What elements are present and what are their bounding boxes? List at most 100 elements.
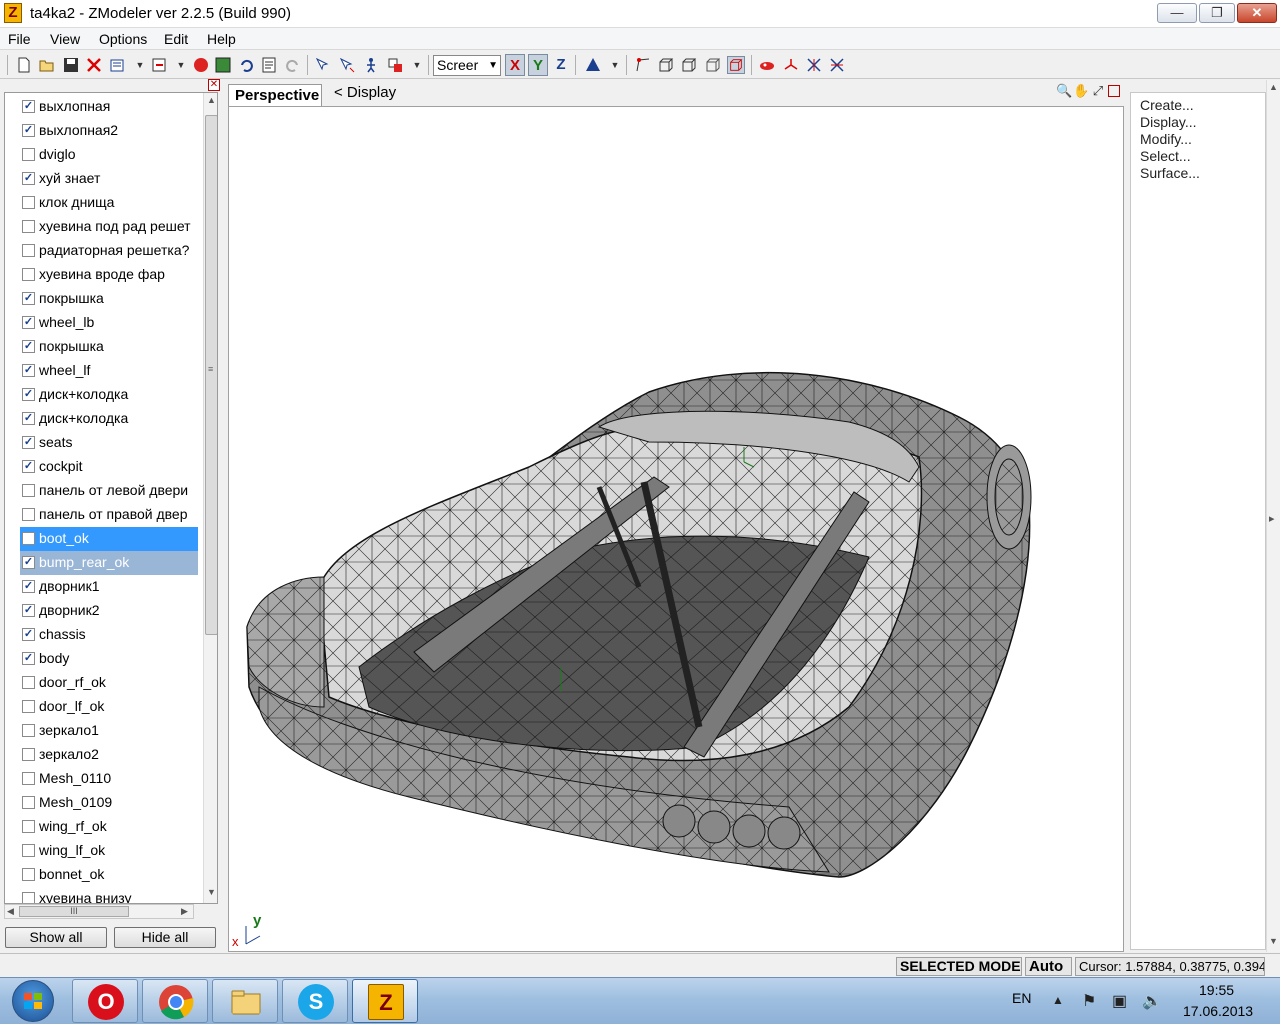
command-panel-scrollbar[interactable]: ▲ ▸ ▼ (1266, 80, 1280, 952)
visibility-checkbox[interactable]: ✓ (22, 628, 35, 641)
show-all-button[interactable]: Show all (5, 927, 107, 948)
scrollbar-thumb[interactable]: ≡ (205, 115, 217, 635)
visibility-checkbox[interactable] (22, 844, 35, 857)
select-hierarchy-icon[interactable] (338, 56, 356, 74)
volume-icon[interactable]: 🔈 (1142, 991, 1162, 1011)
object-list-item[interactable]: door_lf_ok (20, 695, 198, 719)
taskbar-chrome[interactable] (142, 979, 208, 1023)
perspective-viewport[interactable] (228, 106, 1124, 952)
hide-all-button[interactable]: Hide all (114, 927, 216, 948)
tray-expand-icon[interactable]: ▲ (1052, 993, 1064, 1007)
visibility-checkbox[interactable] (22, 772, 35, 785)
pan-icon[interactable]: ✋ (1073, 83, 1089, 99)
scroll-down-icon[interactable]: ▼ (207, 887, 216, 897)
visibility-checkbox[interactable]: ✓ (22, 364, 35, 377)
object-list-item[interactable]: door_rf_ok (20, 671, 198, 695)
object-list-item[interactable]: ✓ chassis (20, 623, 198, 647)
scroll-up-icon[interactable]: ▲ (207, 95, 216, 105)
visibility-checkbox[interactable] (22, 244, 35, 257)
taskbar-skype[interactable]: S (282, 979, 348, 1023)
maximize-button[interactable]: ❐ (1199, 3, 1235, 23)
scroll-left-icon[interactable]: ◀ (7, 906, 14, 917)
visibility-checkbox[interactable] (22, 508, 35, 521)
axis-z-toggle[interactable]: Z (551, 54, 571, 76)
box-select-icon[interactable] (680, 56, 698, 74)
viewport-close-icon[interactable] (1108, 85, 1120, 97)
taskbar-zmodeler[interactable]: Z (352, 979, 418, 1023)
splitter-handle-icon[interactable]: ▸ (1269, 512, 1275, 525)
select-icon[interactable] (314, 56, 332, 74)
delete-icon[interactable] (85, 56, 103, 74)
visibility-checkbox[interactable]: ✓ (22, 172, 35, 185)
dropdown-arrow-icon[interactable]: ▼ (408, 56, 426, 74)
menu-view[interactable]: View (50, 31, 80, 47)
dropdown-arrow-icon[interactable]: ▼ (172, 56, 190, 74)
close-icon[interactable]: ✕ (208, 79, 220, 91)
visibility-checkbox[interactable] (22, 700, 35, 713)
object-list-item[interactable]: ✓ wheel_lf (20, 359, 198, 383)
visibility-checkbox[interactable]: ✓ (22, 580, 35, 593)
visibility-checkbox[interactable]: ✓ (22, 292, 35, 305)
taskbar-explorer[interactable] (212, 979, 278, 1023)
scroll-up-icon[interactable]: ▲ (1269, 82, 1278, 92)
axis-y-toggle[interactable]: Y (528, 54, 548, 76)
visibility-checkbox[interactable]: ✓ (22, 340, 35, 353)
visibility-checkbox[interactable] (22, 796, 35, 809)
open-icon[interactable] (38, 56, 56, 74)
object-list-item[interactable]: boot_ok (20, 527, 198, 551)
notes-icon[interactable] (260, 56, 278, 74)
visibility-checkbox[interactable] (22, 196, 35, 209)
import-icon[interactable] (108, 56, 126, 74)
network-icon[interactable]: ▣ (1112, 991, 1127, 1011)
object-list-scrollbar[interactable]: ▲ ≡ ▼ (203, 93, 217, 903)
visibility-checkbox[interactable] (22, 484, 35, 497)
object-list-item[interactable]: ✓ покрышка (20, 287, 198, 311)
view-mode-combo[interactable]: Screer ▼ (433, 55, 501, 76)
object-list[interactable]: ▲ ≡ ▼ ✓ выхлопная ✓ выхлопная2 dviglo ✓ хуй зн… (4, 92, 218, 904)
export-icon[interactable] (150, 56, 168, 74)
cross-icon[interactable] (805, 56, 823, 74)
object-list-item[interactable]: Mesh_0110 (20, 767, 198, 791)
object-list-item[interactable]: панель от правой двер (20, 503, 198, 527)
menu-help[interactable]: Help (207, 31, 236, 47)
object-list-item[interactable]: клок днища (20, 191, 198, 215)
material-icon[interactable] (214, 56, 232, 74)
object-list-item[interactable]: хуевина внизу (20, 887, 198, 903)
object-list-item[interactable]: ✓ body (20, 647, 198, 671)
dropdown-arrow-icon[interactable]: ▼ (606, 56, 624, 74)
language-indicator[interactable]: EN (1012, 990, 1031, 1006)
box-icon[interactable] (657, 56, 675, 74)
render-icon[interactable] (192, 56, 210, 74)
object-list-item[interactable]: dviglo (20, 143, 198, 167)
visibility-checkbox[interactable] (22, 220, 35, 233)
visibility-checkbox[interactable]: ✓ (22, 100, 35, 113)
box-mode-icon[interactable] (704, 56, 722, 74)
object-list-item[interactable]: wing_rf_ok (20, 815, 198, 839)
visibility-checkbox[interactable]: ✓ (22, 316, 35, 329)
object-list-item[interactable]: ✓ wheel_lb (20, 311, 198, 335)
hscrollbar-thumb[interactable]: III (19, 906, 129, 917)
clock-time[interactable]: 19:55 (1199, 982, 1234, 998)
axis-x-toggle[interactable]: X (505, 54, 525, 76)
display-toggle[interactable]: < Display (334, 84, 396, 101)
maximize-viewport-icon[interactable]: ⤢ (1090, 83, 1106, 99)
save-icon[interactable] (62, 56, 80, 74)
visibility-checkbox[interactable]: ✓ (22, 556, 35, 569)
command-create[interactable]: Create... (1140, 97, 1194, 113)
object-list-item[interactable]: ✓ хуй знает (20, 167, 198, 191)
clock-date[interactable]: 17.06.2013 (1183, 1003, 1253, 1019)
visibility-checkbox[interactable] (22, 820, 35, 833)
vertex-icon[interactable] (634, 56, 652, 74)
menu-file[interactable]: File (8, 31, 31, 47)
object-list-item[interactable]: ✓ дворник2 (20, 599, 198, 623)
object-list-item[interactable]: ✓ дворник1 (20, 575, 198, 599)
command-display[interactable]: Display... (1140, 114, 1197, 130)
menu-options[interactable]: Options (99, 31, 147, 47)
visibility-checkbox[interactable] (22, 868, 35, 881)
app-logo-icon[interactable]: Z (4, 3, 22, 23)
object-list-item[interactable]: хуевина вроде фар (20, 263, 198, 287)
object-list-item[interactable]: ✓ диск+колодка (20, 407, 198, 431)
move-icon[interactable] (362, 56, 380, 74)
command-modify[interactable]: Modify... (1140, 131, 1192, 147)
visibility-checkbox[interactable]: ✓ (22, 124, 35, 137)
